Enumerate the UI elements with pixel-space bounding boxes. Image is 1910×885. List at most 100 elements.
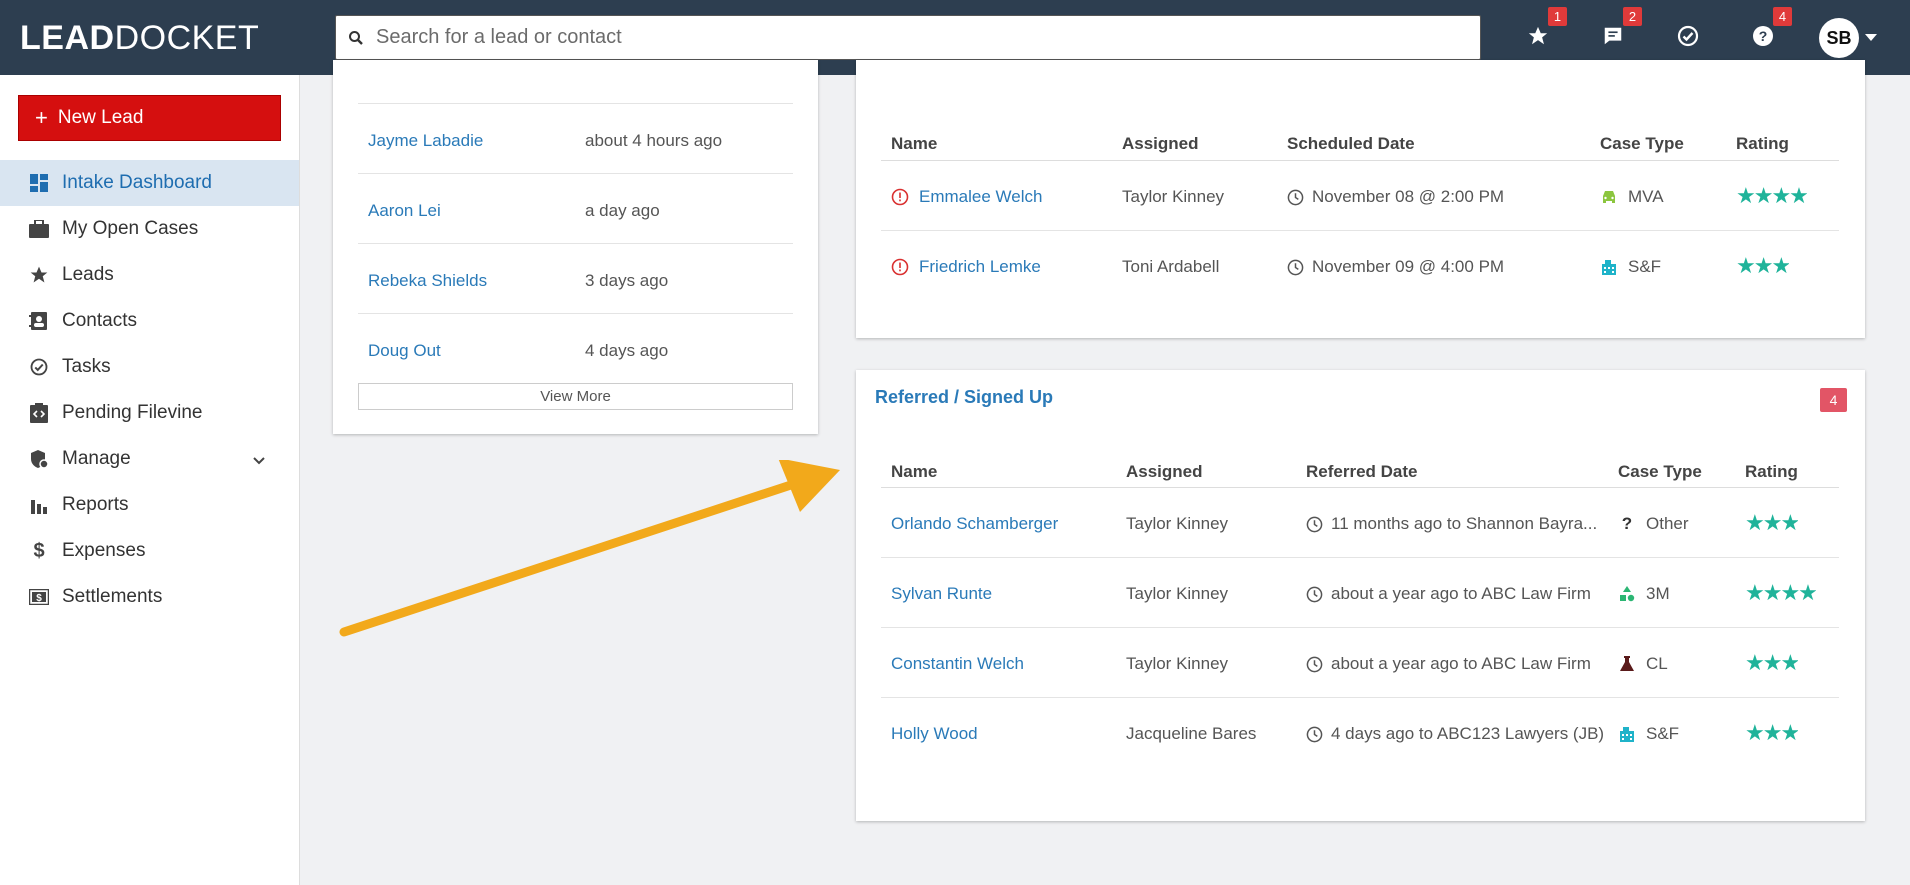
help-icon: ? bbox=[1751, 24, 1775, 53]
lead-time: about 4 hours ago bbox=[585, 131, 723, 150]
column-header-case-type[interactable]: Case Type bbox=[1600, 134, 1684, 154]
referred-date-cell: about a year ago to ABC Law Firm bbox=[1306, 654, 1591, 674]
search-icon bbox=[336, 30, 376, 46]
lead-name-link[interactable]: Holly Wood bbox=[891, 724, 978, 744]
flask-icon bbox=[1618, 655, 1636, 673]
referred-date-cell: 4 days ago to ABC123 Lawyers (JB) bbox=[1306, 724, 1604, 744]
lead-name-link[interactable]: Emmalee Welch bbox=[919, 187, 1042, 207]
column-header-rating[interactable]: Rating bbox=[1736, 134, 1789, 154]
rating-stars: ★★★ bbox=[1745, 720, 1799, 745]
svg-text:?: ? bbox=[1759, 28, 1768, 44]
scheduled-table: Name Assigned Scheduled Date Case Type R… bbox=[881, 91, 1839, 301]
lead-name-link[interactable]: Jayme Labadie bbox=[368, 131, 483, 151]
chat-icon bbox=[1602, 25, 1624, 52]
star-icon bbox=[28, 264, 50, 286]
clock-icon bbox=[1287, 189, 1304, 206]
card-title[interactable]: Referred / Signed Up bbox=[875, 387, 1053, 408]
clock-icon bbox=[1306, 516, 1323, 533]
lead-name-cell[interactable]: Emmalee Welch bbox=[891, 187, 1042, 207]
alert-icon bbox=[891, 188, 909, 206]
sidebar-item-tasks[interactable]: Tasks bbox=[0, 344, 299, 390]
case-type-text: Other bbox=[1646, 514, 1689, 533]
star-icon bbox=[1527, 25, 1549, 52]
column-header-rating[interactable]: Rating bbox=[1745, 462, 1798, 482]
referred-date-cell: 11 months ago to Shannon Bayra... bbox=[1306, 514, 1596, 534]
leaddocket-logo[interactable]: LEAD DOCKET bbox=[20, 18, 259, 57]
search-input[interactable] bbox=[376, 26, 1456, 49]
list-item: Rebeka Shields 3 days ago bbox=[358, 244, 793, 314]
scheduled-card: Name Assigned Scheduled Date Case Type R… bbox=[856, 60, 1865, 338]
column-header-name[interactable]: Name bbox=[891, 462, 937, 482]
question-icon: ? bbox=[1621, 514, 1633, 533]
view-more-button[interactable]: View More bbox=[358, 383, 793, 410]
column-header-scheduled-date[interactable]: Scheduled Date bbox=[1287, 134, 1415, 154]
chevron-down-icon[interactable] bbox=[252, 450, 266, 472]
sidebar-item-intake-dashboard[interactable]: Intake Dashboard bbox=[0, 160, 299, 206]
sidebar-item-manage[interactable]: Manage bbox=[0, 436, 299, 482]
sidebar-item-reports[interactable]: Reports bbox=[0, 482, 299, 528]
case-type-text: S&F bbox=[1646, 724, 1680, 743]
list-item-partial bbox=[358, 60, 793, 104]
new-lead-button[interactable]: + New Lead bbox=[18, 95, 281, 141]
sidebar-item-settlements[interactable]: $ Settlements bbox=[0, 574, 299, 620]
column-header-assigned[interactable]: Assigned bbox=[1126, 462, 1203, 482]
lead-name-link[interactable]: Constantin Welch bbox=[891, 654, 1024, 674]
sidebar: + New Lead Intake Dashboard My Open Case… bbox=[0, 75, 300, 885]
messages-button[interactable]: 2 bbox=[1594, 7, 1642, 57]
lead-name-link[interactable]: Rebeka Shields bbox=[368, 271, 487, 291]
list-item: Jayme Labadie about 4 hours ago bbox=[358, 104, 793, 174]
tasks-button[interactable] bbox=[1669, 19, 1707, 57]
dollar-icon: $ bbox=[33, 539, 45, 562]
messages-badge: 2 bbox=[1623, 7, 1642, 26]
scheduled-date-cell: November 09 @ 4:00 PM bbox=[1287, 257, 1504, 277]
help-badge: 4 bbox=[1773, 7, 1792, 26]
table-header: Name Assigned Referred Date Case Type Ra… bbox=[881, 418, 1839, 488]
sidebar-menu: Intake Dashboard My Open Cases Leads Con… bbox=[0, 160, 299, 620]
sidebar-item-label: Intake Dashboard bbox=[62, 172, 212, 193]
case-type-text: CL bbox=[1646, 654, 1668, 673]
sidebar-item-my-open-cases[interactable]: My Open Cases bbox=[0, 206, 299, 252]
help-button[interactable]: ? 4 bbox=[1744, 7, 1792, 57]
sidebar-item-contacts[interactable]: Contacts bbox=[0, 298, 299, 344]
sidebar-item-leads[interactable]: Leads bbox=[0, 252, 299, 298]
case-type-text: S&F bbox=[1628, 257, 1662, 276]
referred-date-text: 11 months ago to Shannon Bayra... bbox=[1331, 514, 1596, 533]
briefcase-icon bbox=[28, 218, 50, 240]
chevron-down-icon[interactable] bbox=[1865, 34, 1877, 41]
clock-icon bbox=[1306, 656, 1323, 673]
favorites-button[interactable]: 1 bbox=[1519, 7, 1567, 57]
global-search bbox=[335, 15, 1481, 60]
recent-leads-card: Jayme Labadie about 4 hours ago Aaron Le… bbox=[333, 60, 818, 434]
user-avatar[interactable]: SB bbox=[1819, 18, 1859, 58]
rating-stars: ★★★★ bbox=[1745, 580, 1816, 605]
lead-time: 3 days ago bbox=[585, 271, 669, 290]
column-header-case-type[interactable]: Case Type bbox=[1618, 462, 1702, 482]
lead-name-link[interactable]: Friedrich Lemke bbox=[919, 257, 1041, 277]
lead-name-link[interactable]: Orlando Schamberger bbox=[891, 514, 1058, 534]
sidebar-item-expenses[interactable]: $ Expenses bbox=[0, 528, 299, 574]
table-row: Friedrich Lemke Toni Ardabell November 0… bbox=[881, 231, 1839, 301]
logo-bold-text: LEAD bbox=[20, 18, 115, 57]
lead-name-cell[interactable]: Friedrich Lemke bbox=[891, 257, 1041, 277]
lead-time: 4 days ago bbox=[585, 341, 669, 360]
bar-chart-icon bbox=[28, 494, 50, 516]
column-header-name[interactable]: Name bbox=[891, 134, 937, 154]
lead-name-link[interactable]: Aaron Lei bbox=[368, 201, 441, 221]
case-type-cell: ? Other bbox=[1618, 514, 1689, 534]
column-header-referred-date[interactable]: Referred Date bbox=[1306, 462, 1418, 482]
case-type-cell: S&F bbox=[1618, 724, 1679, 744]
count-badge: 4 bbox=[1820, 388, 1847, 412]
assigned-cell: Taylor Kinney bbox=[1126, 514, 1229, 533]
sidebar-item-pending-filevine[interactable]: Pending Filevine bbox=[0, 390, 299, 436]
clock-icon bbox=[1287, 259, 1304, 276]
assigned-cell: Jacqueline Bares bbox=[1126, 724, 1257, 743]
sidebar-item-label: Pending Filevine bbox=[62, 402, 203, 423]
lead-name-link[interactable]: Sylvan Runte bbox=[891, 584, 992, 604]
sidebar-item-label: Contacts bbox=[62, 310, 137, 331]
shield-gear-icon bbox=[28, 448, 50, 470]
case-type-text: 3M bbox=[1646, 584, 1670, 603]
favorites-badge: 1 bbox=[1548, 7, 1567, 26]
lead-name-link[interactable]: Doug Out bbox=[368, 341, 441, 361]
column-header-assigned[interactable]: Assigned bbox=[1122, 134, 1199, 154]
dashboard-icon bbox=[28, 172, 50, 194]
